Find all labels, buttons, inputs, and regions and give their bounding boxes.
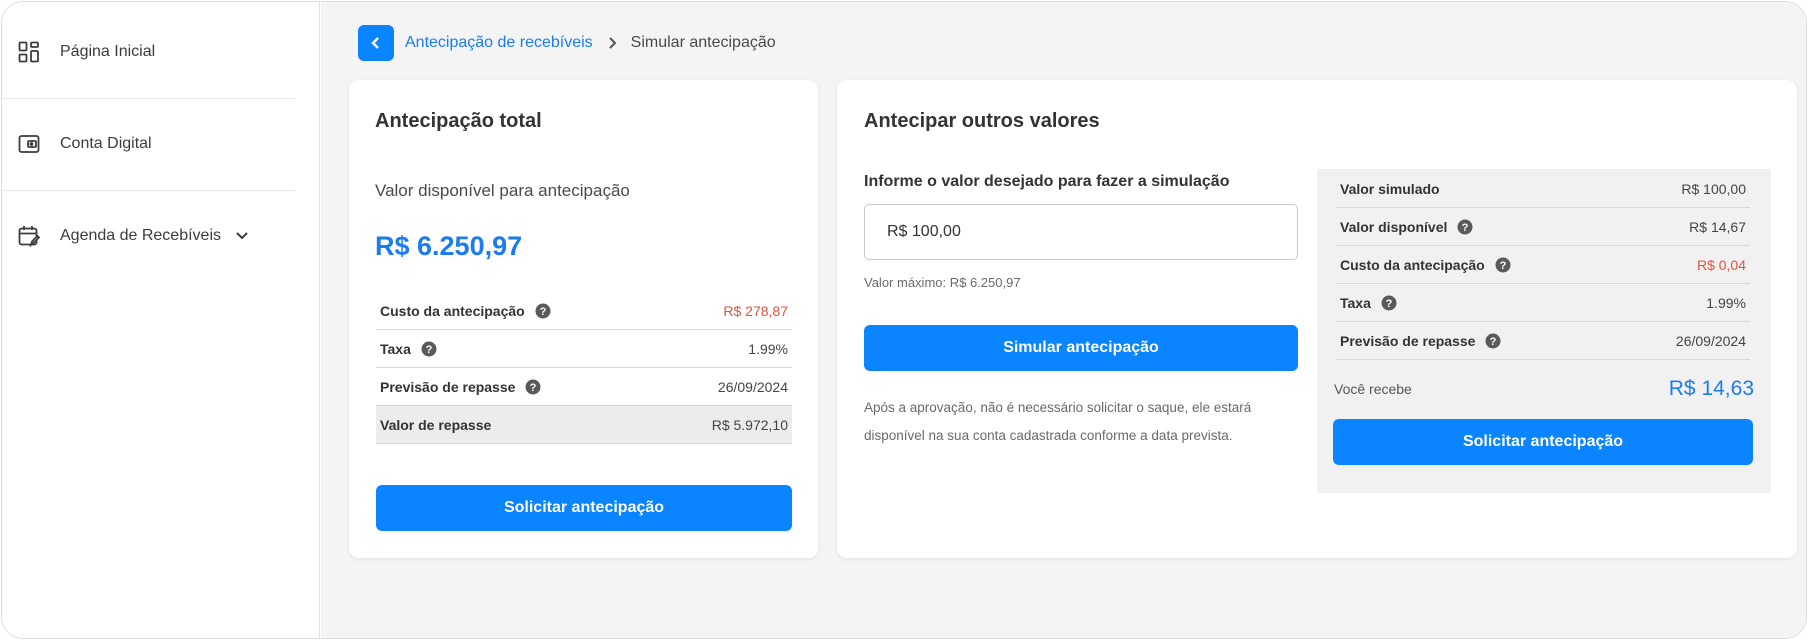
sidebar-item-label: Conta Digital bbox=[60, 135, 152, 152]
max-value-hint: Valor máximo: R$ 6.250,97 bbox=[864, 275, 1021, 290]
row-label: Valor disponível bbox=[1340, 218, 1448, 235]
table-row: Valor simulado R$ 100,00 bbox=[1336, 170, 1750, 208]
simulation-summary-panel: Valor simulado R$ 100,00 Valor disponíve… bbox=[1317, 169, 1771, 493]
table-row: Custo da antecipação ? R$ 278,87 bbox=[376, 292, 792, 330]
row-value: 26/09/2024 bbox=[1675, 332, 1746, 349]
sidebar-item-label: Agenda de Recebíveis bbox=[60, 227, 221, 244]
simulation-summary-table: Valor simulado R$ 100,00 Valor disponíve… bbox=[1336, 170, 1750, 360]
svg-text:?: ? bbox=[426, 344, 433, 356]
card-title: Antecipação total bbox=[375, 110, 542, 132]
available-value: R$ 6.250,97 bbox=[375, 231, 523, 261]
total-details-table: Custo da antecipação ? R$ 278,87 Taxa ? … bbox=[376, 292, 792, 444]
help-icon[interactable]: ? bbox=[421, 341, 437, 357]
svg-text:?: ? bbox=[1386, 298, 1393, 310]
breadcrumb-current: Simular antecipação bbox=[630, 33, 776, 51]
row-label: Taxa bbox=[380, 340, 411, 357]
row-label: Previsão de repasse bbox=[1340, 332, 1476, 349]
svg-text:?: ? bbox=[1490, 336, 1497, 348]
row-value: 1.99% bbox=[1706, 294, 1746, 311]
row-value: R$ 5.972,10 bbox=[711, 416, 788, 433]
value-input-label: Informe o valor desejado para fazer a si… bbox=[864, 173, 1230, 190]
wallet-icon bbox=[16, 131, 42, 157]
receive-value: R$ 14,63 bbox=[1668, 377, 1754, 400]
table-row: Previsão de repasse ? 26/09/2024 bbox=[1336, 322, 1750, 360]
row-label: Taxa bbox=[1340, 294, 1371, 311]
svg-text:?: ? bbox=[1462, 222, 1469, 234]
solicitar-antecipacao-total-button[interactable]: Solicitar antecipação bbox=[376, 485, 792, 531]
approval-note: Após a aprovação, não é necessário solic… bbox=[864, 400, 1252, 443]
solicitar-antecipacao-simulada-button[interactable]: Solicitar antecipação bbox=[1333, 419, 1753, 465]
card-title: Antecipar outros valores bbox=[864, 110, 1100, 132]
row-label: Valor simulado bbox=[1340, 180, 1440, 197]
row-label: Custo da antecipação bbox=[380, 302, 525, 319]
help-icon[interactable]: ? bbox=[535, 303, 551, 319]
help-icon[interactable]: ? bbox=[1457, 219, 1473, 235]
row-value: R$ 278,87 bbox=[723, 302, 788, 319]
dashboard-icon bbox=[16, 39, 42, 65]
card-antecipar-outros-valores: Antecipar outros valores Informe o valor… bbox=[837, 80, 1797, 558]
help-icon[interactable]: ? bbox=[1485, 333, 1501, 349]
help-icon[interactable]: ? bbox=[1495, 257, 1511, 273]
available-label: Valor disponível para antecipação bbox=[375, 181, 630, 200]
row-value: 1.99% bbox=[748, 340, 788, 357]
sidebar: Página Inicial Conta Digital Agenda de R… bbox=[2, 2, 320, 638]
table-row: Custo da antecipação ? R$ 0,04 bbox=[1336, 246, 1750, 284]
svg-text:?: ? bbox=[539, 306, 546, 318]
app-window: Página Inicial Conta Digital Agenda de R… bbox=[1, 1, 1807, 639]
row-value: 26/09/2024 bbox=[717, 378, 788, 395]
chevron-right-icon bbox=[607, 36, 617, 50]
row-value: R$ 100,00 bbox=[1681, 180, 1746, 197]
table-row: Previsão de repasse ? 26/09/2024 bbox=[376, 368, 792, 406]
svg-text:?: ? bbox=[530, 382, 537, 394]
help-icon[interactable]: ? bbox=[525, 379, 541, 395]
table-row: Taxa ? 1.99% bbox=[1336, 284, 1750, 322]
table-row: Valor de repasse R$ 5.972,10 bbox=[376, 406, 792, 444]
calendar-edit-icon bbox=[16, 223, 42, 249]
sidebar-item-label: Página Inicial bbox=[60, 43, 156, 60]
breadcrumb: Antecipação de recebíveis Simular anteci… bbox=[358, 24, 776, 61]
receive-summary: Você recebe R$ 14,63 bbox=[1334, 374, 1754, 404]
sidebar-item-pagina-inicial[interactable]: Página Inicial bbox=[2, 6, 295, 98]
row-label: Previsão de repasse bbox=[380, 378, 516, 395]
value-input[interactable] bbox=[864, 204, 1298, 260]
simular-antecipacao-button[interactable]: Simular antecipação bbox=[864, 325, 1298, 371]
row-label: Custo da antecipação bbox=[1340, 256, 1485, 273]
svg-text:?: ? bbox=[1499, 260, 1506, 272]
breadcrumb-link-antecipacao[interactable]: Antecipação de recebíveis bbox=[405, 34, 593, 52]
chevron-left-icon bbox=[371, 36, 379, 49]
row-label: Valor de repasse bbox=[380, 416, 492, 433]
receive-label: Você recebe bbox=[1334, 381, 1412, 397]
row-value: R$ 0,04 bbox=[1696, 256, 1746, 273]
table-row: Valor disponível ? R$ 14,67 bbox=[1336, 208, 1750, 246]
chevron-down-icon[interactable] bbox=[235, 231, 249, 241]
main-content: Antecipação de recebíveis Simular anteci… bbox=[321, 2, 1806, 638]
sidebar-item-conta-digital[interactable]: Conta Digital bbox=[2, 98, 295, 190]
row-value: R$ 14,67 bbox=[1689, 218, 1746, 235]
table-row: Taxa ? 1.99% bbox=[376, 330, 792, 368]
sidebar-item-agenda-recebiveis[interactable]: Agenda de Recebíveis bbox=[2, 190, 295, 282]
help-icon[interactable]: ? bbox=[1381, 295, 1397, 311]
card-antecipacao-total: Antecipação total Valor disponível para … bbox=[349, 80, 818, 558]
back-button[interactable] bbox=[358, 24, 394, 61]
